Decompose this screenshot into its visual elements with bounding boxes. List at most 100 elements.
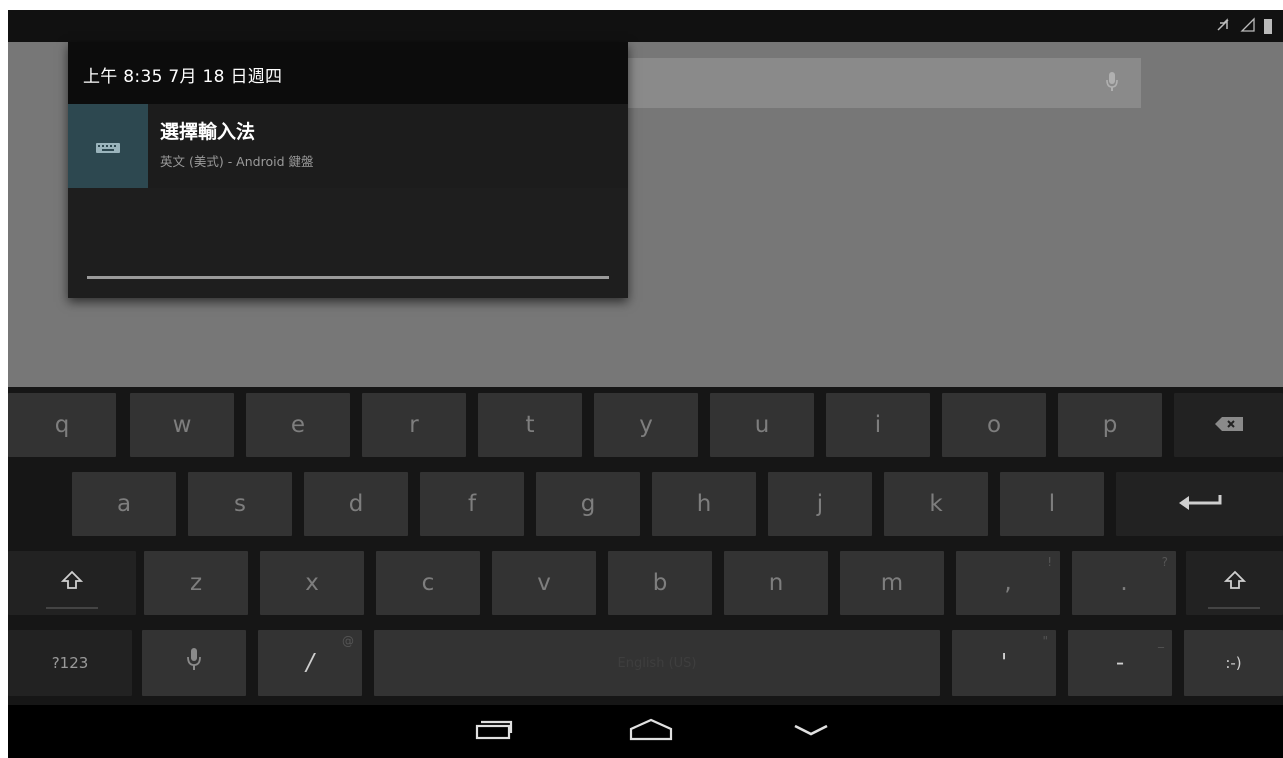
notification-header: 上午 8:35 7月 18 日週四 [68,42,628,104]
key-z[interactable]: z [144,551,248,615]
device-screen: 上午 8:35 7月 18 日週四 選擇輸入法 英文 (美式) - Androi… [8,10,1283,758]
keyboard-icon [96,140,120,159]
soft-keyboard: q w e r t y u i o p a s d f g h j k l z … [8,387,1283,705]
key-j[interactable]: j [768,472,872,536]
key-m[interactable]: m [840,551,944,615]
key-label: d [348,490,364,517]
key-hint: ? [1161,555,1168,569]
status-bar [8,10,1283,42]
shift-icon [1223,570,1246,596]
key-label: a [116,490,132,517]
key-r[interactable]: r [362,393,466,457]
enter-key[interactable] [1116,472,1283,536]
key-h[interactable]: h [652,472,756,536]
notification-panel: 上午 8:35 7月 18 日週四 選擇輸入法 英文 (美式) - Androi… [68,42,628,298]
key-u[interactable]: u [710,393,814,457]
key-label: :-) [1225,653,1242,672]
key-label: p [1102,411,1118,438]
key-label: y [639,411,653,438]
search-bar[interactable] [628,58,1141,108]
key-e[interactable]: e [246,393,350,457]
key-label: h [696,490,712,517]
voice-input-key[interactable] [142,630,246,696]
clock-date: 上午 8:35 7月 18 日週四 [83,67,283,87]
enter-icon [1178,491,1222,517]
home-icon [627,717,675,747]
key-label: c [421,569,435,596]
notification-icon-box [68,104,148,188]
key-t[interactable]: t [478,393,582,457]
key-label: r [409,411,419,438]
backspace-icon [1214,412,1244,438]
key-v[interactable]: v [492,551,596,615]
key-n[interactable]: n [724,551,828,615]
space-key[interactable]: English (US) [374,630,940,696]
key-c[interactable]: c [376,551,480,615]
key-i[interactable]: i [826,393,930,457]
back-button[interactable] [786,715,836,749]
key-smiley[interactable]: :-) [1184,630,1283,696]
key-label: g [580,490,596,517]
back-icon [791,720,831,744]
navigation-bar [8,705,1283,758]
key-l[interactable]: l [1000,472,1104,536]
mute-icon [1215,17,1231,37]
key-label: o [986,411,1002,438]
microphone-icon [186,646,202,680]
home-button[interactable] [626,715,676,749]
key-s[interactable]: s [188,472,292,536]
recent-apps-button[interactable] [468,715,518,749]
key-w[interactable]: w [130,393,234,457]
shift-key-right[interactable] [1186,551,1283,615]
space-label: English (US) [617,655,697,671]
backspace-key[interactable] [1174,393,1283,457]
key-dash[interactable]: - _ [1068,630,1172,696]
key-d[interactable]: d [304,472,408,536]
key-label: b [652,569,668,596]
panel-drag-handle[interactable] [87,276,609,279]
key-label: ' [1000,649,1008,676]
shift-icon [60,570,84,596]
notification-subtitle: 英文 (美式) - Android 鍵盤 [160,154,314,169]
key-f[interactable]: f [420,472,524,536]
key-b[interactable]: b [608,551,712,615]
key-label: z [189,569,203,596]
key-slash[interactable]: / @ [258,630,362,696]
key-apostrophe[interactable]: ' " [952,630,1056,696]
notification-title: 選擇輸入法 [160,121,256,143]
key-label: f [467,490,477,517]
shift-indicator [1208,607,1260,609]
battery-icon [1263,17,1273,39]
key-label: / [306,649,314,676]
key-label: l [1048,490,1056,517]
key-label: w [172,411,192,438]
key-label: s [234,490,246,517]
key-label: u [754,411,770,438]
microphone-icon[interactable] [1105,70,1119,94]
key-a[interactable]: a [72,472,176,536]
key-x[interactable]: x [260,551,364,615]
key-label: . [1120,569,1128,596]
signal-icon [1240,17,1256,37]
key-label: j [816,490,824,517]
key-y[interactable]: y [594,393,698,457]
key-q[interactable]: q [8,393,116,457]
key-g[interactable]: g [536,472,640,536]
key-label: q [54,411,70,438]
key-k[interactable]: k [884,472,988,536]
key-hint: " [1042,634,1048,648]
symbols-key[interactable]: ?123 [8,630,132,696]
key-period[interactable]: . ? [1072,551,1176,615]
key-label: i [874,411,882,438]
key-label: v [537,569,551,596]
key-o[interactable]: o [942,393,1046,457]
key-p[interactable]: p [1058,393,1162,457]
key-comma[interactable]: , ! [956,551,1060,615]
key-label: ?123 [51,653,89,672]
shift-key-left[interactable] [8,551,136,615]
key-label: e [290,411,306,438]
notification-select-input-method[interactable]: 選擇輸入法 英文 (美式) - Android 鍵盤 [68,104,628,188]
key-label: t [525,411,535,438]
shift-indicator [46,607,98,609]
recent-apps-icon [473,717,513,747]
